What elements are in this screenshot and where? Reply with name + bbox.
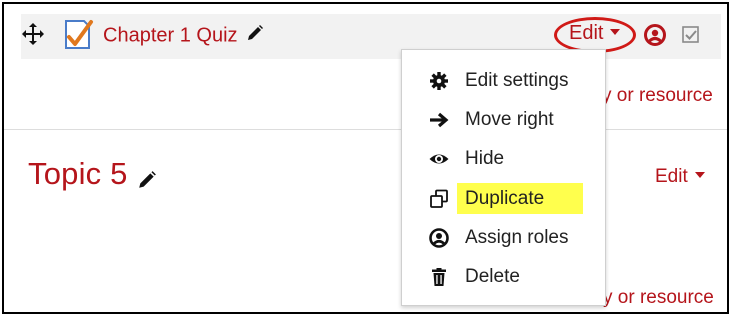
- activity-link[interactable]: Chapter 1 Quiz: [103, 24, 264, 48]
- user-circle-icon: [429, 228, 449, 248]
- menu-item-move-right[interactable]: Move right: [402, 102, 605, 138]
- completion-checkbox-icon[interactable]: [681, 25, 701, 45]
- quiz-icon: [63, 18, 97, 50]
- arrow-right-icon: [429, 110, 449, 130]
- menu-item-assign-roles[interactable]: Assign roles: [402, 220, 605, 256]
- edit-title-pencil-icon[interactable]: [246, 24, 264, 48]
- section-edit-label: Edit: [655, 166, 688, 187]
- add-activity-link[interactable]: y or resource: [603, 287, 714, 309]
- activity-name: Chapter 1 Quiz: [103, 24, 238, 47]
- menu-item-label: Delete: [465, 266, 520, 287]
- trash-icon: [429, 267, 449, 287]
- gear-icon: [429, 71, 449, 91]
- user-circle-icon[interactable]: [644, 24, 666, 46]
- add-activity-link[interactable]: y or resource: [602, 85, 713, 107]
- activity-edit-label: Edit: [569, 22, 604, 44]
- section-edit-menu-trigger[interactable]: Edit: [655, 166, 705, 188]
- menu-item-hide[interactable]: Hide: [402, 141, 605, 177]
- caret-down-icon: [610, 28, 621, 35]
- menu-item-label: Assign roles: [465, 227, 569, 248]
- activity-row: Chapter 1 Quiz Edit: [21, 14, 721, 59]
- activity-edit-dropdown-menu: Edit settings Move right Hide Duplicate …: [401, 49, 606, 306]
- section-divider: [4, 129, 727, 130]
- edit-section-title-pencil-icon[interactable]: [137, 170, 157, 195]
- screenshot-frame: Chapter 1 Quiz Edit y or resource Topic …: [2, 2, 729, 314]
- menu-item-label: Edit settings: [465, 70, 569, 91]
- menu-item-delete[interactable]: Delete: [402, 259, 605, 295]
- menu-item-label: Move right: [465, 109, 554, 130]
- activity-edit-menu-trigger[interactable]: Edit: [569, 20, 621, 46]
- duplicate-icon: [429, 189, 449, 209]
- caret-down-icon: [694, 171, 705, 178]
- menu-item-duplicate[interactable]: Duplicate: [402, 181, 605, 217]
- menu-item-label: Hide: [465, 148, 505, 169]
- move-icon[interactable]: [21, 22, 45, 46]
- menu-item-label: Duplicate: [465, 188, 545, 209]
- menu-item-edit-settings[interactable]: Edit settings: [402, 63, 605, 99]
- eye-icon: [429, 149, 449, 169]
- section-title: Topic 5: [28, 156, 128, 191]
